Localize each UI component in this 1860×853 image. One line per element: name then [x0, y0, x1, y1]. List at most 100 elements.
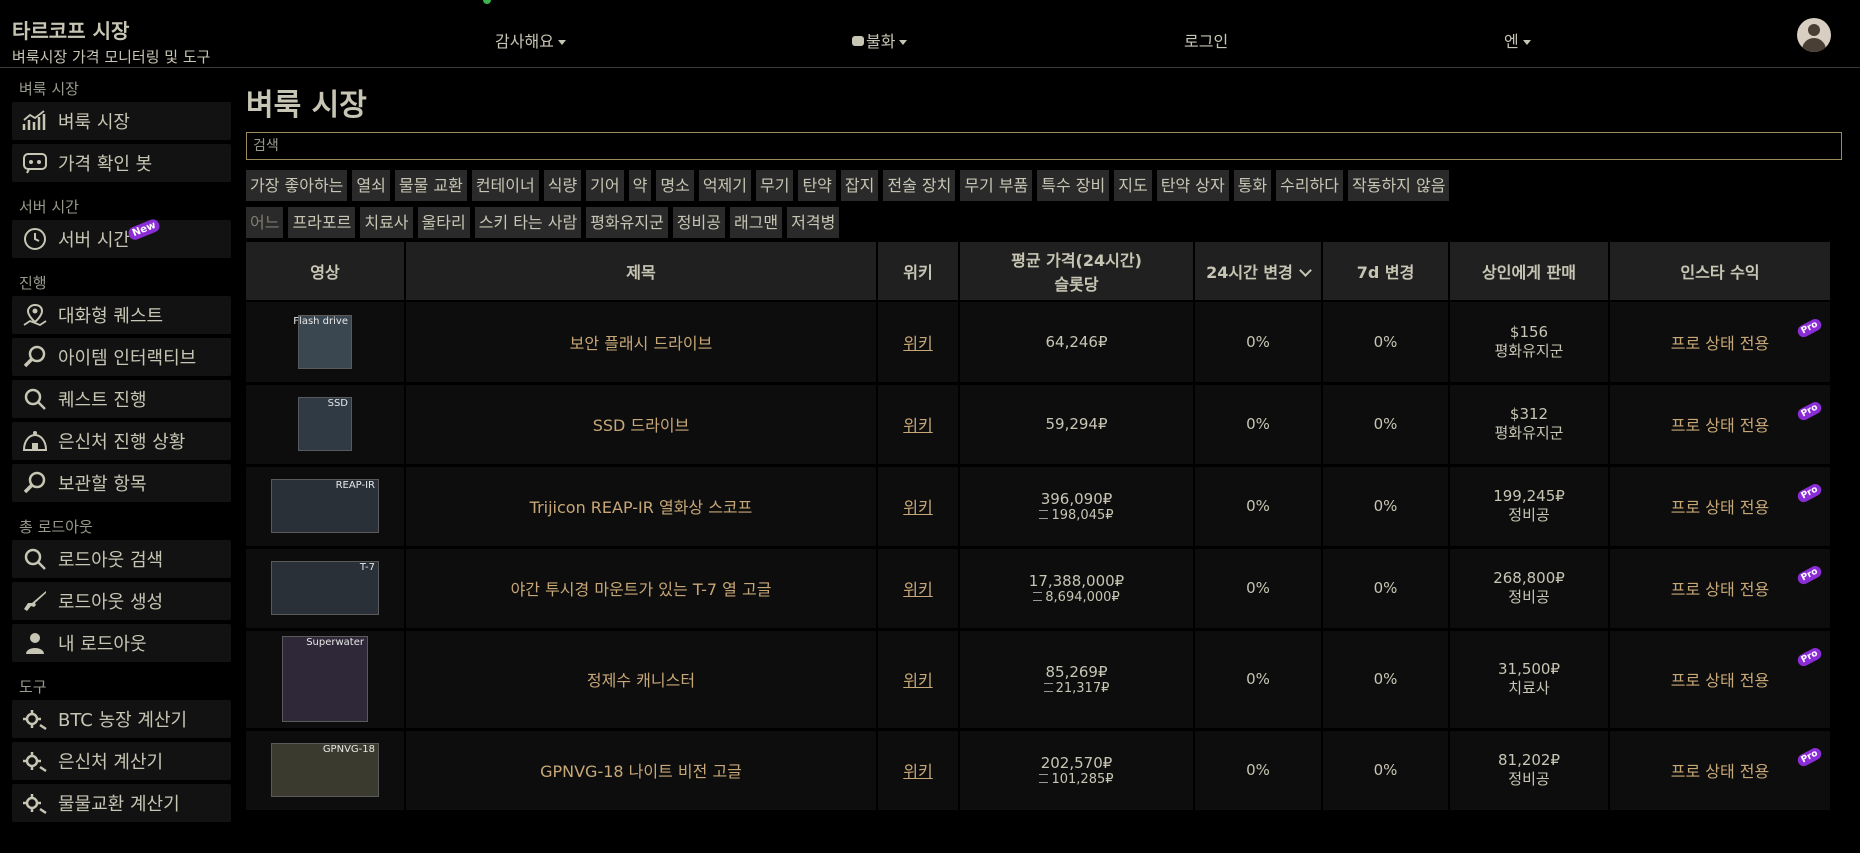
change-7d: 0% — [1322, 629, 1450, 731]
page-title: 벼룩 시장 — [246, 88, 367, 123]
col-header-name[interactable]: 제목 — [405, 242, 878, 302]
category-filter-chip[interactable]: 무기 — [755, 170, 794, 201]
table-row[interactable]: Flash drive 보안 플래시 드라이브 위키 64,246₽ 0% 0% $156 평… — [246, 301, 1832, 385]
trader-filter-chip[interactable]: 어느 — [246, 207, 284, 238]
trader-price: 199,245₽ — [1493, 487, 1565, 505]
avg-price: 396,090₽ — [1040, 489, 1113, 508]
price-per-slot: 21,317₽ — [960, 681, 1193, 696]
sell-trader-cell: 81,202₽ 정비공 — [1449, 729, 1610, 813]
table-row[interactable]: GPNVG-18 GPNVG-18 나이트 비전 고글 위키 202,570₽ 101,… — [246, 729, 1832, 813]
category-filter-chip[interactable]: 약 — [628, 170, 652, 201]
category-filter-chip[interactable]: 작동하지 않음 — [1348, 170, 1450, 201]
col-header-change-7d[interactable]: 7d 변경 — [1322, 242, 1450, 302]
trader-filter-chip[interactable]: 프라포르 — [288, 207, 356, 238]
search-input[interactable] — [246, 132, 1842, 160]
sidebar-item-btc-farm-calculator[interactable]: BTC 농장 계산기 — [12, 700, 231, 738]
category-filter-chip[interactable]: 무기 부품 — [960, 170, 1033, 201]
sell-trader-cell: $312 평화유지군 — [1449, 383, 1610, 467]
category-filter-chip[interactable]: 지도 — [1114, 170, 1152, 201]
map-pin-icon — [20, 302, 50, 328]
change-24h: 0% — [1194, 383, 1323, 467]
item-thumbnail[interactable]: GPNVG-18 — [271, 743, 379, 797]
category-filter-chip[interactable]: 억제기 — [698, 170, 751, 201]
category-filter-chip[interactable]: 통화 — [1233, 170, 1272, 201]
trader-filter-chip[interactable]: 평화유지군 — [586, 207, 668, 238]
sidebar-item-quest-progress[interactable]: 퀘스트 진행 — [12, 380, 231, 418]
wiki-link[interactable]: 위키 — [903, 498, 932, 517]
wiki-link[interactable]: 위키 — [903, 334, 932, 353]
thanks-menu[interactable]: 감사해요 — [495, 28, 566, 52]
wiki-link[interactable]: 위키 — [903, 671, 932, 690]
category-filter-chip[interactable]: 잡지 — [840, 170, 879, 201]
magnifier-icon — [20, 470, 50, 496]
trader-filter-chip[interactable]: 래그맨 — [729, 207, 783, 238]
sidebar-item-items-to-keep[interactable]: 보관할 항목 — [12, 464, 231, 502]
trader-filter-chip[interactable]: 스키 타는 사람 — [474, 207, 582, 238]
item-name[interactable]: 야간 투시경 마운트가 있는 T-7 열 고글 — [405, 547, 878, 631]
sidebar-item-barter-calculator[interactable]: 물물교환 계산기 — [12, 784, 231, 822]
category-filter-chip[interactable]: 명소 — [656, 170, 694, 201]
wiki-cell: 위키 — [877, 547, 960, 631]
wiki-link[interactable]: 위키 — [903, 580, 932, 599]
category-filter-chip[interactable]: 물물 교환 — [394, 170, 467, 201]
item-thumbnail[interactable]: SSD — [298, 397, 352, 451]
table-row[interactable]: REAP-IR Trijicon REAP-IR 열화상 스코프 위키 396,090… — [246, 465, 1832, 549]
category-filter-chip[interactable]: 기어 — [586, 170, 624, 201]
item-thumbnail[interactable]: Superwater — [282, 636, 368, 722]
sidebar-item-flea-market[interactable]: 벼룩 시장 — [12, 102, 231, 140]
category-filter-chip[interactable]: 수리하다 — [1276, 170, 1344, 201]
avatar[interactable] — [1797, 18, 1831, 52]
currency-menu[interactable]: 엔 — [1504, 28, 1531, 52]
col-header-avg-price[interactable]: 평균 가격(24시간) 슬롯당 — [959, 242, 1195, 302]
wiki-link[interactable]: 위키 — [903, 416, 932, 435]
avg-price-cell: 85,269₽ 21,317₽ — [959, 629, 1195, 731]
item-thumbnail[interactable]: Flash drive — [293, 314, 352, 369]
item-name[interactable]: GPNVG-18 나이트 비전 고글 — [405, 729, 878, 813]
category-filter-chip[interactable]: 열쇠 — [352, 170, 390, 201]
sidebar-item-hideout-calculator[interactable]: 은신처 계산기 — [12, 742, 231, 780]
site-header: 타르코프 시장 벼룩시장 가격 모니터링 및 도구 감사해요 불화 로그인 엔 — [0, 6, 1860, 68]
sidebar-item-my-loadouts[interactable]: 내 로드아웃 — [12, 624, 231, 662]
sidebar-item-interactive-quests[interactable]: 대화형 퀘스트 — [12, 296, 231, 334]
wiki-cell: 위키 — [877, 465, 960, 549]
trader-filter-chip[interactable]: 치료사 — [360, 207, 413, 238]
item-thumbnail[interactable]: T-7 — [271, 561, 379, 615]
category-filter-chip[interactable]: 컨테이너 — [471, 170, 539, 201]
table-row[interactable]: Superwater 정제수 캐니스터 위키 85,269₽ 21,317₽ 0% 0% 31… — [246, 629, 1832, 731]
login-link[interactable]: 로그인 — [1184, 28, 1228, 52]
table-row[interactable]: T-7 야간 투시경 마운트가 있는 T-7 열 고글 위키 17,388,000₽ 8… — [246, 547, 1832, 631]
trader-filter-chip[interactable]: 정비공 — [672, 207, 725, 238]
item-name[interactable]: Trijicon REAP-IR 열화상 스코프 — [405, 465, 878, 549]
sidebar-item-label: 은신처 진행 상황 — [58, 432, 186, 453]
trader-filter-chip[interactable]: 울타리 — [417, 207, 470, 238]
brand-title[interactable]: 타르코프 시장 — [12, 15, 129, 44]
trader-filter-chip[interactable]: 저격병 — [787, 207, 840, 238]
sidebar-item-loadout-search[interactable]: 로드아웃 검색 — [12, 540, 231, 578]
magnifier-icon — [20, 344, 50, 370]
sidebar-item-loadout-create[interactable]: 로드아웃 생성 — [12, 582, 231, 620]
category-filter-chip[interactable]: 탄약 상자 — [1156, 170, 1229, 201]
category-filter-chip[interactable]: 탄약 — [798, 170, 836, 201]
sidebar-item-item-interactive[interactable]: 아이템 인터랙티브 — [12, 338, 231, 376]
item-name[interactable]: 정제수 캐니스터 — [405, 629, 878, 731]
item-image-cell: T-7 — [246, 547, 406, 631]
category-filter-chip[interactable]: 전술 장치 — [883, 170, 956, 201]
col-header-sell-trader[interactable]: 상인에게 판매 — [1449, 242, 1610, 302]
sidebar-item-label: 서버 시간 — [58, 230, 130, 251]
category-filter-chip[interactable]: 특수 장비 — [1037, 170, 1110, 201]
category-filter-chip[interactable]: 가장 좋아하는 — [246, 170, 348, 201]
discord-menu[interactable]: 불화 — [852, 28, 908, 52]
col-header-change-24h[interactable]: 24시간 변경 — [1194, 242, 1323, 302]
sidebar-item-hideout-progress[interactable]: 은신처 진행 상황 — [12, 422, 231, 460]
item-thumbnail[interactable]: REAP-IR — [271, 479, 379, 533]
item-name[interactable]: 보안 플래시 드라이브 — [405, 301, 878, 385]
table-row[interactable]: SSD SSD 드라이브 위키 59,294₽ 0% 0% $312 평화유지군 프로 상태 전… — [246, 383, 1832, 467]
sidebar-item-server-time[interactable]: 서버 시간 New — [12, 217, 231, 258]
item-name[interactable]: SSD 드라이브 — [405, 383, 878, 467]
col-header-insta-profit[interactable]: 인스타 수익 — [1609, 242, 1832, 302]
wiki-link[interactable]: 위키 — [903, 762, 932, 781]
sidebar-item-price-bot[interactable]: 가격 확인 봇 — [12, 144, 231, 182]
price-per-slot-value: 8,694,000₽ — [1045, 589, 1120, 605]
category-filter-chip[interactable]: 식량 — [543, 170, 582, 201]
price-per-slot-value: 198,045₽ — [1051, 507, 1114, 523]
